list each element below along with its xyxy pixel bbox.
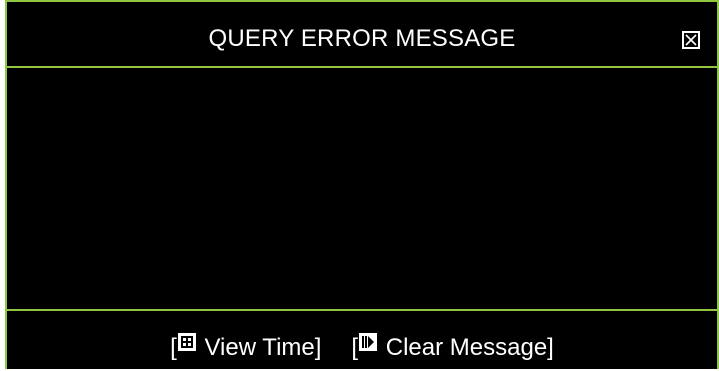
view-time-label: View Time (204, 334, 315, 361)
close-icon (685, 34, 697, 46)
bracket-open: [ (351, 334, 359, 361)
bracket-close: ] (314, 334, 322, 361)
bracket-close: ] (547, 334, 554, 361)
view-time-action[interactable]: [ View Time] (170, 333, 321, 363)
footer-actions: [ View Time][ Clear Message] (7, 333, 717, 363)
step-key-icon (359, 333, 378, 351)
dialog-titlebar: QUERY ERROR MESSAGE (7, 2, 717, 68)
dialog-footer: [ View Time][ Clear Message] (7, 309, 717, 371)
bracket-open: [ (170, 334, 177, 361)
close-button[interactable] (682, 31, 700, 49)
clear-message-action[interactable]: [ Clear Message] (351, 333, 554, 363)
error-message-area (7, 68, 717, 308)
query-error-dialog: QUERY ERROR MESSAGE [ View Time][Clear … (5, 0, 719, 369)
dialog-title: QUERY ERROR MESSAGE (208, 25, 516, 52)
clear-message-label: Clear Message (385, 334, 548, 361)
grid-key-icon (177, 333, 196, 351)
